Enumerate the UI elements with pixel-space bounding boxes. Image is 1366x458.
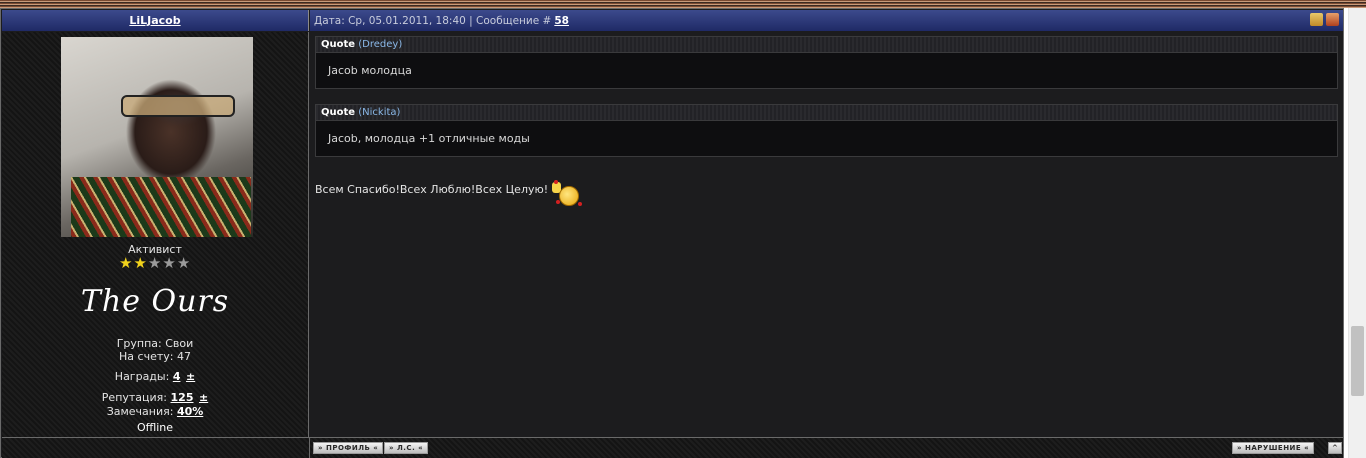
post-body: Quote (Dredey) Jacob молодца Quote (Nick… (310, 32, 1343, 437)
group-label: Группа: (116, 337, 162, 350)
author-header: LiLJacob (2, 10, 309, 31)
private-message-button[interactable]: » Л.С. « (384, 442, 429, 454)
date-value: Ср, 05.01.2011, 18:40 (348, 14, 466, 27)
scrollbar-thumb[interactable] (1351, 326, 1364, 396)
scroll-top-button[interactable]: ^ (1328, 442, 1343, 454)
warnings-line: Замечания: 40% (2, 405, 308, 418)
awards-line: Награды: 4 ± (2, 370, 308, 383)
report-button[interactable]: » НАРУШЕНИЕ « (1232, 442, 1315, 454)
warnings-link[interactable]: 40% (177, 405, 203, 418)
reputation-label: Репутация: (101, 391, 168, 404)
forum-post: LiLJacob Дата: Ср, 05.01.2011, 18:40 | С… (0, 8, 1344, 458)
star-icon: ★ (119, 254, 133, 272)
date-label: Дата: (314, 14, 345, 27)
account-value: 47 (176, 350, 191, 363)
footer-divider (309, 438, 310, 458)
reputation-line: Репутация: 125 ± (2, 391, 308, 404)
waving-smiley-icon (550, 180, 584, 208)
message-label: Сообщение # (476, 14, 552, 27)
avatar[interactable] (61, 37, 253, 237)
awards-plus-button[interactable]: ± (186, 370, 195, 383)
message-text: Всем Спасибо!Всех Люблю!Всех Целую! (315, 183, 549, 196)
thumb-up-icon[interactable] (1310, 13, 1323, 26)
post-header: Дата: Ср, 05.01.2011, 18:40 | Сообщение … (310, 10, 1343, 31)
clan-name: The Ours (80, 284, 230, 319)
smiley-heart (556, 200, 560, 204)
group-value: Свои (165, 337, 194, 350)
quote-block: Quote (Nickita) Jacob, молодца +1 отличн… (315, 104, 1338, 157)
quote-text: Jacob, молодца +1 отличные моды (316, 121, 1337, 156)
warnings-label: Замечания: (106, 405, 174, 418)
reputation-plus-button[interactable]: ± (199, 391, 208, 404)
online-status: Offline (136, 421, 174, 434)
profile-button[interactable]: » ПРОФИЛЬ « (313, 442, 384, 454)
smiley-heart (554, 180, 558, 184)
account-label: На счету: (119, 350, 174, 363)
quote-author: (Dredey) (358, 39, 403, 50)
post-rating (1310, 13, 1339, 26)
rank-stars: ★ ★ ★ ★ ★ (119, 256, 190, 271)
quote-block: Quote (Dredey) Jacob молодца (315, 36, 1338, 89)
author-name-link[interactable]: LiLJacob (129, 14, 180, 27)
header-separator: | (469, 14, 473, 27)
smiley-heart (578, 202, 582, 206)
author-sidebar: Активист ★ ★ ★ ★ ★ The Ours Группа: Свои… (2, 32, 309, 437)
quote-header: Quote (Dredey) (316, 37, 1337, 53)
star-icon: ★ (133, 254, 147, 272)
post-footer: » ПРОФИЛЬ « » Л.С. « » НАРУШЕНИЕ « ^ (2, 437, 1343, 458)
quote-header: Quote (Nickita) (316, 105, 1337, 121)
quote-author: (Nickita) (358, 107, 401, 118)
avatar-glasses (121, 95, 235, 117)
awards-link[interactable]: 4 (173, 370, 181, 383)
quote-label: Quote (321, 107, 356, 118)
thumb-down-icon[interactable] (1326, 13, 1339, 26)
quote-label: Quote (321, 39, 356, 50)
avatar-scarf (71, 177, 251, 237)
star-icon: ★ (176, 254, 191, 272)
quote-text: Jacob молодца (316, 53, 1337, 88)
smiley-face (559, 186, 579, 206)
star-icon: ★ (162, 254, 176, 272)
account-line: На счету: 47 (2, 350, 308, 363)
message-number-link[interactable]: 58 (554, 15, 569, 27)
reputation-link[interactable]: 125 (171, 391, 194, 404)
top-border (0, 0, 1366, 8)
star-icon: ★ (147, 254, 162, 272)
awards-label: Награды: (114, 370, 170, 383)
group-line: Группа: Свои (2, 337, 308, 350)
